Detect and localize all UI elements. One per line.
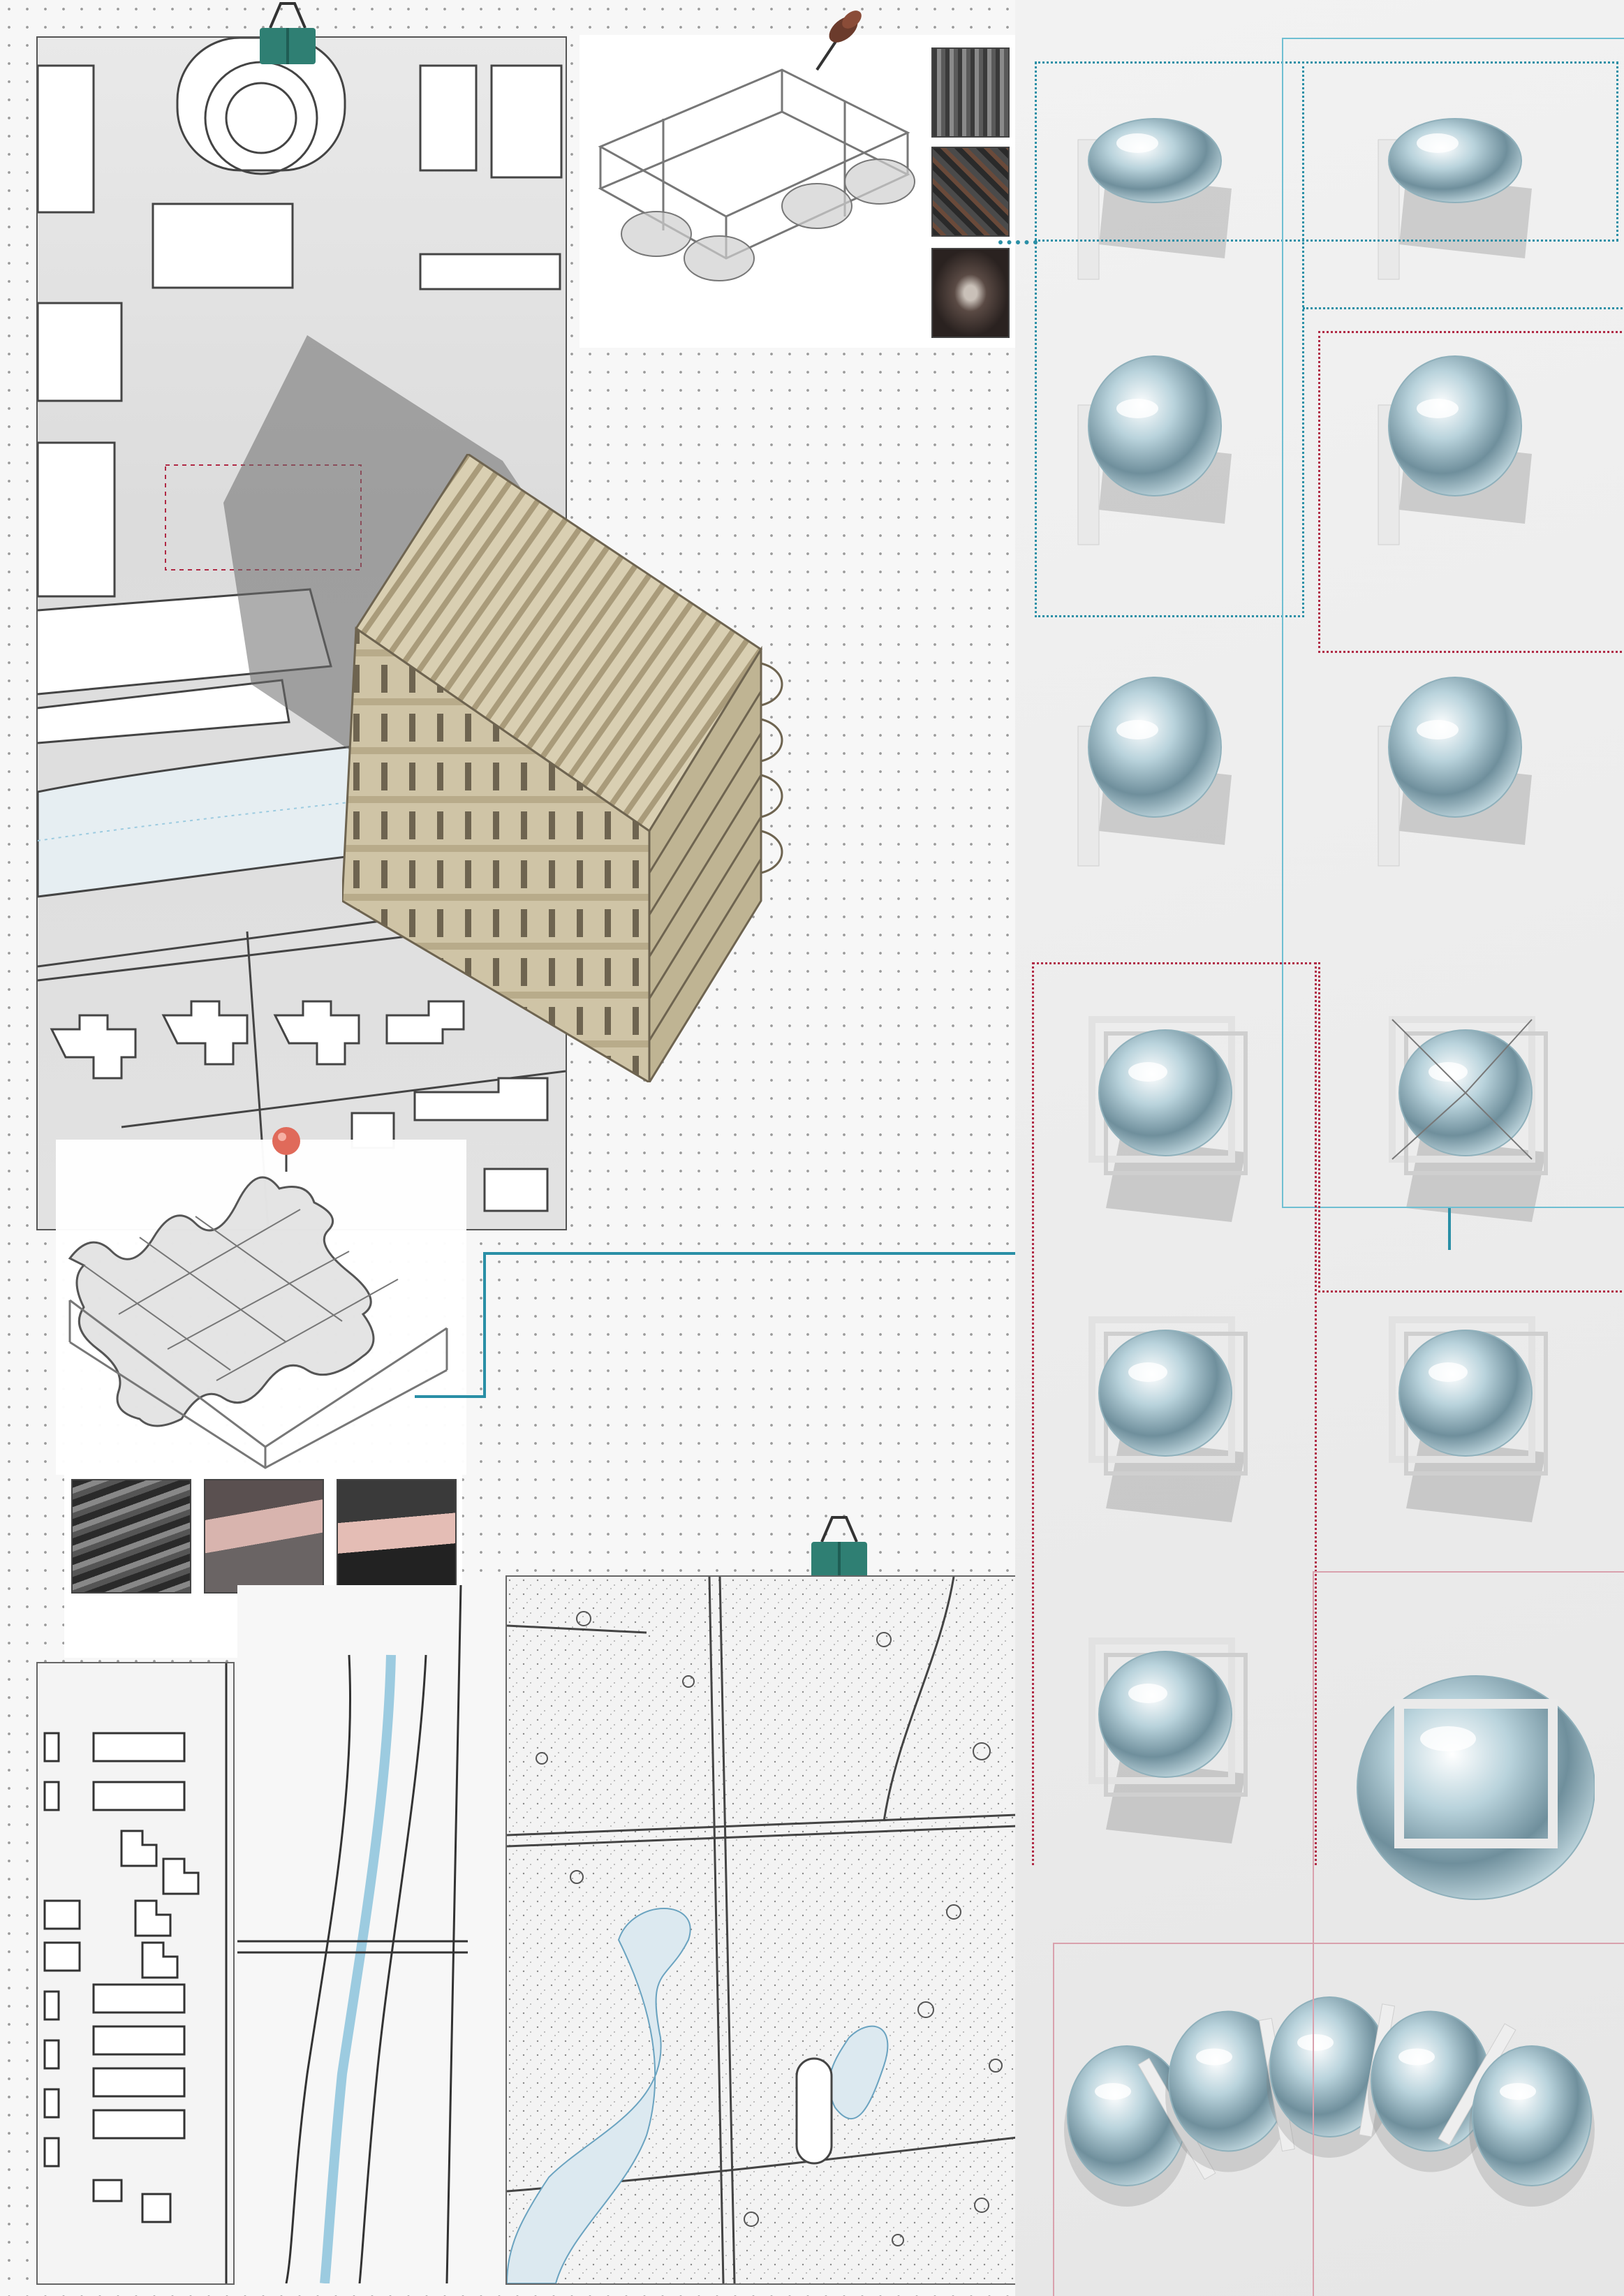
- park-site-map: [505, 1575, 1036, 2285]
- photo-corridor: [931, 248, 1010, 338]
- photo-fabric-tent: [204, 1479, 324, 1594]
- push-pin-icon: [810, 7, 866, 77]
- river-strip-map: [237, 1585, 503, 2283]
- photo-timber-columns: [931, 47, 1010, 138]
- dashed-box-crimson-3: [1318, 962, 1624, 1293]
- dashed-box-blue-2: [1035, 61, 1304, 617]
- binder-clip-icon: [804, 1514, 874, 1581]
- dashed-box-crimson-1: [1318, 331, 1624, 653]
- photo-steel-frame: [931, 147, 1010, 237]
- bubble-render-10: [1389, 1316, 1548, 1522]
- dashed-box-crimson-2: [1032, 962, 1317, 1865]
- teal-tick: [1448, 1208, 1451, 1250]
- solid-box-crimson-bottom: [1053, 1943, 1624, 2296]
- isometric-tower-model: [342, 454, 810, 1082]
- wireframe-platform-panel: [580, 35, 1015, 348]
- bubble-render-5: [1077, 677, 1232, 867]
- site-map-bottom-left: [36, 1662, 235, 2285]
- map-pin-icon: [265, 1124, 307, 1173]
- photo-rooftops: [71, 1479, 191, 1594]
- canopy-wireframe-panel: [56, 1140, 466, 1475]
- dashed-box-blue-3: [1303, 307, 1624, 309]
- binder-clip-icon: [253, 0, 323, 67]
- photo-fabric-canopy: [337, 1479, 457, 1594]
- dotted-link-teal: [998, 240, 1038, 244]
